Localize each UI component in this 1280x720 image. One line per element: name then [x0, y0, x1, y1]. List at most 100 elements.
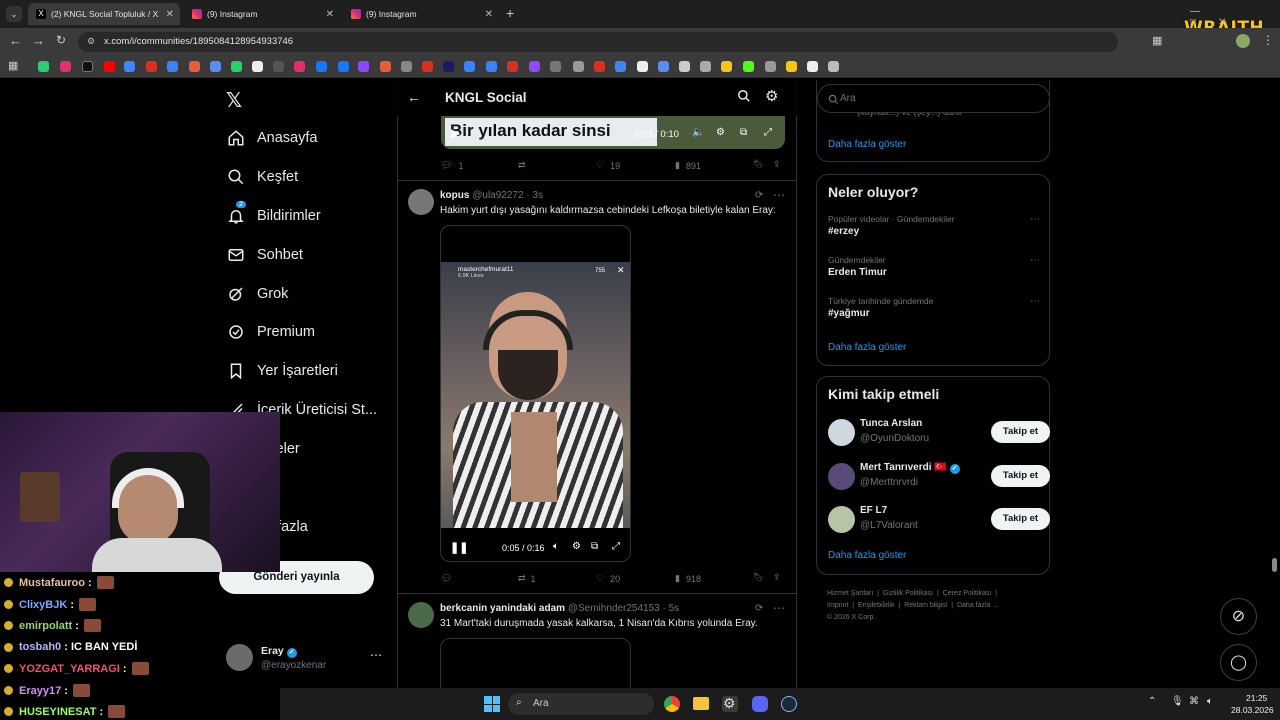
grok-floating-button[interactable]: ⊘ [1220, 598, 1257, 635]
bookmark-icon[interactable] [573, 61, 584, 72]
chrome-taskbar-icon[interactable] [664, 696, 680, 712]
site-info-icon[interactable]: ⚙ [87, 36, 95, 47]
bookmark-icon[interactable] [464, 61, 475, 72]
video-player[interactable]: masterchefmurat11 6.9K Likes 755 ✕ ❚❚ 0:… [440, 225, 631, 562]
trend-more-icon[interactable]: ⋯ [1030, 214, 1040, 225]
follow-suggestion[interactable]: Tunca Arslan @OyunDoktoru Takip et [828, 417, 1050, 449]
post-time[interactable]: · 3s [526, 190, 543, 201]
apps-grid-icon[interactable]: ▦ [8, 59, 18, 72]
close-tab-icon[interactable]: ✕ [485, 9, 493, 20]
trend-more-icon[interactable]: ⋯ [1030, 255, 1040, 266]
footer-link[interactable]: Hizmet Şartları [827, 590, 873, 597]
follow-button[interactable]: Takip et [991, 508, 1050, 530]
settings-icon[interactable]: ⚙ [572, 541, 581, 552]
sidebar-item-home[interactable]: Anasayfa [226, 125, 317, 151]
bookmark-icon[interactable] [60, 61, 71, 72]
post-more-icon[interactable]: ⋯ [773, 601, 785, 615]
discord-taskbar-icon[interactable] [752, 696, 768, 712]
bookmark-icon[interactable] [401, 61, 412, 72]
bookmark-icon[interactable] [828, 61, 839, 72]
forward-arrow-icon[interactable]: → [32, 33, 45, 48]
reply-button[interactable]: 💬︎ [441, 573, 452, 584]
views-button[interactable]: ▮ 918 [675, 573, 701, 584]
bookmark-icon[interactable] [273, 61, 284, 72]
scrollbar[interactable] [1272, 558, 1277, 572]
fullscreen-icon[interactable]: ⤢ [612, 541, 620, 552]
bookmark-icon[interactable] [550, 61, 561, 72]
post-author-handle[interactable]: @ula92272 [472, 190, 523, 201]
footer-link[interactable]: Reklam bilgisi [904, 602, 947, 609]
volume-icon[interactable]: 🔈︎ [1207, 696, 1213, 707]
footer-link[interactable]: Imprint [827, 602, 848, 609]
bookmark-icon[interactable] [721, 61, 732, 72]
bookmark-icon[interactable] [529, 61, 540, 72]
extensions-icon[interactable]: ▦ [1152, 34, 1162, 47]
follow-suggestion[interactable]: Mert Tanrıverdi 🇹🇷 ✓ @Merttnrvrdi Takip … [828, 461, 1050, 493]
bookmark-icon[interactable] [104, 61, 115, 72]
tab-list-button[interactable]: ⌄ [6, 6, 22, 22]
file-explorer-icon[interactable] [693, 697, 709, 710]
tray-chevron-icon[interactable]: ⌃ [1148, 696, 1156, 707]
settings-taskbar-icon[interactable]: ⚙ [723, 695, 736, 712]
pip-icon[interactable]: ⧉ [740, 127, 747, 138]
bookmark-icon[interactable] [124, 61, 135, 72]
close-tab-icon[interactable]: ✕ [326, 9, 334, 20]
bookmark-icon[interactable] [594, 61, 605, 72]
bookmark-icon[interactable] [507, 61, 518, 72]
repost-button[interactable]: ⇄ 1 [518, 573, 536, 584]
trend-more-icon[interactable]: ⋯ [1030, 296, 1040, 307]
fullscreen-icon[interactable]: ⤢ [764, 127, 772, 138]
bookmark-icon[interactable] [252, 61, 263, 72]
play-icon[interactable]: ▶ [451, 126, 460, 140]
browser-menu-icon[interactable]: ⋮ [1262, 33, 1274, 47]
bookmark-icon[interactable] [443, 61, 454, 72]
browser-tab-instagram-2[interactable]: (9) Instagram ✕ [343, 3, 499, 25]
search-box[interactable]: Ara [817, 84, 1050, 113]
back-arrow-icon[interactable]: ← [407, 89, 421, 105]
bookmark-icon[interactable] [807, 61, 818, 72]
bookmark-icon[interactable] [167, 61, 178, 72]
close-tab-icon[interactable]: ✕ [166, 9, 174, 20]
trend-item[interactable]: Popüler videolar · Gündemdekiler #erzey … [828, 214, 1040, 237]
bookmark-icon[interactable] [189, 61, 200, 72]
follow-button[interactable]: Takip et [991, 421, 1050, 443]
bookmark-icon[interactable] [358, 61, 369, 72]
show-more-link[interactable]: Daha fazla göster [828, 550, 906, 561]
taskbar-time[interactable]: 21:25 [1246, 693, 1267, 703]
trend-item[interactable]: Gündemdekiler Erden Timur ⋯ [828, 255, 1040, 278]
post-author-name[interactable]: berkcanin yanindaki adam [440, 603, 565, 614]
steam-taskbar-icon[interactable] [781, 696, 797, 712]
sidebar-item-bookmarks[interactable]: Yer İşaretleri [226, 358, 338, 384]
bookmark-icon[interactable] [743, 61, 754, 72]
bookmark-post-button[interactable]: 🔖︎ [753, 159, 764, 170]
messages-floating-button[interactable]: ◯ [1220, 644, 1257, 681]
account-switcher[interactable]: Eray ✓ @erayozkenar ⋯ [226, 642, 386, 676]
taskbar-search[interactable]: ⌕ Ara [508, 693, 654, 715]
start-button[interactable] [484, 696, 500, 712]
bookmark-icon[interactable] [786, 61, 797, 72]
reload-icon[interactable]: ↻ [56, 33, 66, 47]
post-author-handle[interactable]: @Semihnder254153 [568, 603, 660, 614]
bookmark-icon[interactable] [422, 61, 433, 72]
post-author-avatar[interactable] [408, 189, 434, 215]
share-button[interactable]: ⇪ [773, 159, 781, 170]
taskbar-date[interactable]: 28.03.2026 [1231, 705, 1274, 715]
follow-suggestion[interactable]: EF L7 @L7Valorant Takip et [828, 504, 1050, 536]
gear-icon[interactable]: ⚙ [765, 87, 778, 105]
x-logo-icon[interactable]: 𝕏 [226, 88, 242, 112]
pip-icon[interactable]: ⧉ [591, 541, 598, 552]
bookmark-icon[interactable] [338, 61, 349, 72]
sidebar-item-grok[interactable]: Grok [226, 281, 288, 307]
url-bar[interactable]: ⚙ x.com/i/communities/189508412895493374… [78, 32, 1118, 52]
share-button[interactable]: ⇪ [773, 572, 781, 583]
settings-icon[interactable]: ⚙ [716, 127, 725, 138]
footer-link[interactable]: Çerez Politikası [943, 590, 992, 597]
bookmark-icon[interactable] [380, 61, 391, 72]
views-button[interactable]: ▮ 891 [675, 160, 701, 171]
sidebar-item-messages[interactable]: Sohbet [226, 242, 303, 268]
bookmark-icon[interactable] [146, 61, 157, 72]
bookmark-icon[interactable] [637, 61, 648, 72]
browser-tab-instagram-1[interactable]: (9) Instagram ✕ [184, 3, 340, 25]
more-options-icon[interactable]: ⋯ [370, 648, 382, 662]
video-player-top[interactable]: Bir yılan kadar sinsi ▶ 0:03 / 0:10 🔈 ⚙ … [441, 116, 785, 149]
